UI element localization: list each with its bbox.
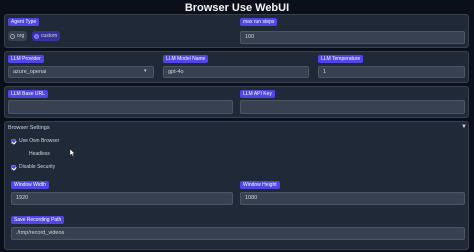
llm-temperature-input[interactable]: 1 — [318, 66, 465, 78]
agent-type-custom-label: custom — [41, 33, 58, 39]
use-own-browser-checkbox[interactable]: Use Own Browser — [11, 138, 59, 144]
recording-path-input[interactable]: ./tmp/record_videos — [11, 227, 465, 240]
llm-model-input[interactable]: gpt-4o — [163, 66, 309, 78]
agent-type-custom-radio[interactable]: custom — [32, 31, 61, 41]
disable-security-checkbox[interactable]: Disable Security — [11, 164, 55, 170]
checkbox-unchecked-icon — [11, 151, 16, 157]
collapse-triangle-icon[interactable]: ▼ — [461, 124, 467, 130]
chevron-down-icon[interactable]: ▾ — [144, 68, 147, 74]
llm-provider-label: LLM Provider — [8, 55, 44, 63]
checkbox-checked-icon — [11, 164, 16, 170]
llm-base-url-label: LLM Base URL — [8, 90, 48, 98]
checkbox-checked-icon — [11, 138, 16, 144]
mouse-cursor-icon — [70, 149, 76, 157]
disable-security-label: Disable Security — [19, 164, 56, 170]
recording-path-label: Save Recording Path — [11, 216, 65, 224]
window-height-input[interactable]: 1080 — [240, 192, 465, 205]
radio-dot-icon — [10, 33, 15, 39]
llm-provider-select[interactable]: azure_openai — [8, 66, 154, 78]
llm-temperature-label: LLM Temperature — [318, 55, 364, 63]
window-height-label: Window Height — [240, 181, 280, 189]
max-steps-label: max run steps — [240, 18, 278, 26]
window-width-label: Window Width — [11, 181, 49, 189]
llm-api-key-label: LLM API Key — [240, 90, 275, 98]
agent-type-label: Agent Type — [8, 18, 40, 26]
page-title: Browser Use WebUI — [184, 2, 290, 14]
agent-type-org-radio[interactable]: org — [8, 31, 28, 41]
llm-base-url-input[interactable] — [8, 100, 233, 114]
browser-settings-header[interactable]: Browser Settings — [8, 125, 50, 131]
use-own-browser-label: Use Own Browser — [19, 138, 60, 144]
window-width-input[interactable]: 1920 — [11, 192, 233, 205]
radio-dot-icon — [34, 33, 39, 39]
llm-api-key-input[interactable] — [240, 100, 465, 114]
max-steps-input[interactable]: 100 — [240, 31, 465, 44]
agent-type-org-label: org — [17, 33, 25, 39]
llm-model-label: LLM Model Name — [163, 55, 209, 63]
headless-label: Headless — [29, 151, 50, 157]
headless-checkbox[interactable]: Headless — [11, 151, 50, 157]
